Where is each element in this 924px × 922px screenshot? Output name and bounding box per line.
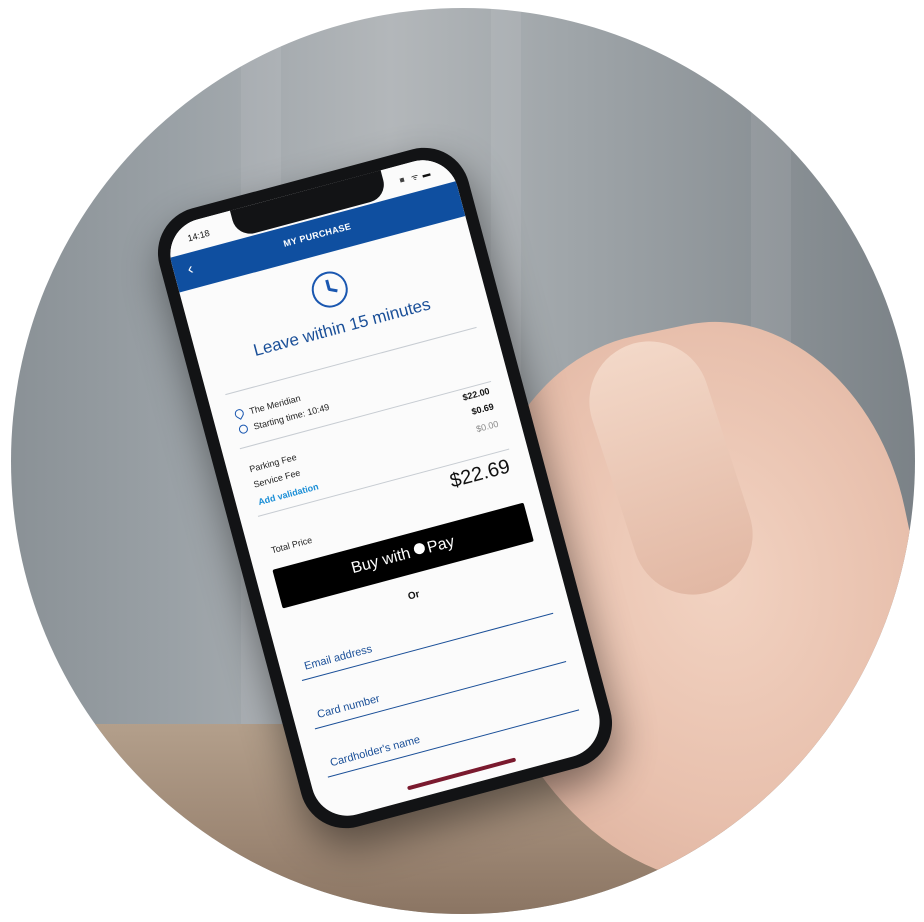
apple-pay-prefix: Buy with xyxy=(349,544,413,578)
location-pin-icon xyxy=(233,407,246,420)
email-placeholder: Email address xyxy=(303,643,374,673)
apple-pay-suffix: Pay xyxy=(425,533,457,557)
status-time: 14:18 xyxy=(186,227,211,244)
service-fee-amount: $0.69 xyxy=(470,401,495,417)
clock-small-icon xyxy=(237,423,249,435)
validation-amount: $0.00 xyxy=(475,418,500,435)
cardholder-name-placeholder: Cardholder's name xyxy=(328,733,422,770)
signal-wifi-battery-icon: ◾ ᯤ ▬ xyxy=(396,168,433,187)
card-number-placeholder: Card number xyxy=(315,692,382,722)
clock-icon xyxy=(307,267,352,312)
divider xyxy=(225,326,477,396)
apple-logo-icon xyxy=(413,541,427,556)
total-price-label: Total Price xyxy=(270,534,314,556)
total-price-amount: $22.69 xyxy=(447,455,513,493)
